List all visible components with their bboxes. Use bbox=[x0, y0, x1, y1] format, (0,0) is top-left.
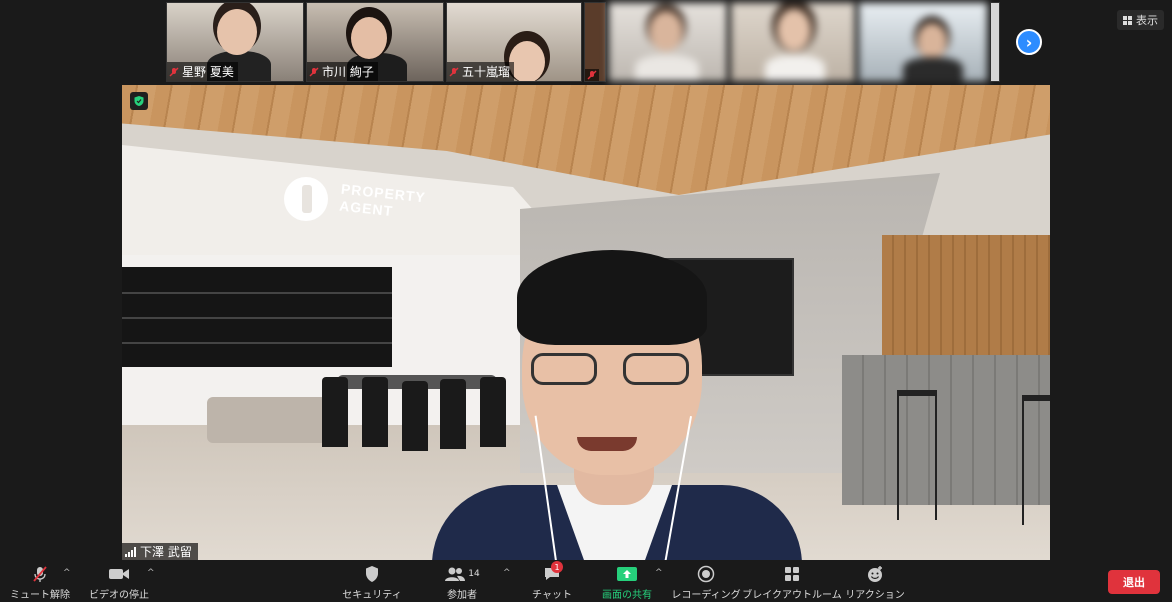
breakout-rooms-button[interactable]: ブレイクアウトルーム bbox=[742, 564, 842, 601]
mic-off-icon bbox=[169, 67, 179, 77]
participants-icon: 14 bbox=[444, 564, 480, 584]
participant-face bbox=[777, 9, 811, 51]
speaker-mouth bbox=[577, 437, 637, 451]
participant-name-tag bbox=[585, 69, 599, 81]
scene-stool bbox=[897, 390, 937, 520]
participant-thumbnail[interactable]: 星野 夏美 bbox=[166, 2, 304, 82]
participant-thumbnail-partial[interactable] bbox=[584, 2, 606, 82]
scene-stool bbox=[1022, 395, 1050, 525]
participant-name: 星野 夏美 bbox=[182, 65, 234, 79]
participant-name-tag: 星野 夏美 bbox=[167, 62, 238, 81]
participant-thumbnail-blurred[interactable] bbox=[730, 2, 856, 82]
participant-silhouette bbox=[635, 55, 699, 81]
share-options-caret-icon[interactable]: ^ bbox=[655, 568, 663, 578]
mic-off-icon bbox=[449, 67, 459, 77]
share-screen-label: 画面の共有 bbox=[602, 590, 652, 601]
scene-shelf bbox=[122, 267, 392, 367]
speaker-name-tag: 下澤 武留 bbox=[122, 543, 198, 560]
meeting-toolbar: ミュート解除 ^ ビデオの停止 ^ セキュリティ 14 参加者 ^ 1 チャット… bbox=[0, 561, 1172, 602]
participant-count: 14 bbox=[468, 569, 480, 579]
view-button[interactable]: 表示 bbox=[1117, 10, 1164, 30]
participants-options-caret-icon[interactable]: ^ bbox=[503, 568, 511, 578]
scene-chair bbox=[480, 377, 506, 447]
scene-chair bbox=[402, 381, 428, 451]
signal-strength-icon bbox=[125, 546, 136, 557]
unmute-button[interactable]: ミュート解除 bbox=[10, 564, 70, 601]
mic-off-icon bbox=[309, 67, 319, 77]
record-icon bbox=[697, 564, 715, 584]
reactions-button[interactable]: リアクション bbox=[845, 564, 905, 601]
participant-thumbnail-blurred[interactable] bbox=[858, 2, 988, 82]
scene-wood-wall bbox=[882, 235, 1050, 355]
property-agent-logo bbox=[284, 177, 328, 221]
scene-chair bbox=[362, 377, 388, 447]
participant-face bbox=[649, 11, 683, 51]
leave-meeting-button[interactable]: 退出 bbox=[1108, 570, 1160, 594]
share-screen-button[interactable]: 画面の共有 bbox=[598, 564, 656, 601]
participants-label: 参加者 bbox=[447, 590, 477, 601]
audio-options-caret-icon[interactable]: ^ bbox=[63, 568, 71, 578]
breakout-icon bbox=[783, 564, 801, 584]
security-label: セキュリティ bbox=[342, 590, 402, 601]
participant-thumbnail-strip: 星野 夏美 市川 絢子 五十嵐瑠 bbox=[166, 2, 1000, 82]
unmute-label: ミュート解除 bbox=[10, 590, 70, 601]
mic-off-icon bbox=[31, 564, 49, 584]
video-camera-icon bbox=[108, 564, 130, 584]
zoom-meeting-window: 星野 夏美 市川 絢子 五十嵐瑠 › 表示 PROPERTY AGENT 下澤 … bbox=[0, 0, 1172, 602]
participant-thumbnail-blurred[interactable] bbox=[608, 2, 728, 82]
participant-face bbox=[917, 23, 947, 59]
reaction-icon bbox=[866, 564, 884, 584]
scene-counter bbox=[842, 355, 1050, 505]
encryption-shield-icon[interactable] bbox=[130, 92, 148, 110]
record-button[interactable]: レコーディング bbox=[671, 564, 741, 601]
participant-name: 五十嵐瑠 bbox=[462, 65, 511, 79]
reactions-label: リアクション bbox=[845, 590, 905, 601]
chevron-right-icon: › bbox=[1025, 32, 1033, 52]
scene-sofa bbox=[207, 397, 327, 443]
breakout-rooms-label: ブレイクアウトルーム bbox=[742, 590, 842, 601]
view-button-label: 表示 bbox=[1136, 14, 1158, 27]
chat-unread-badge: 1 bbox=[551, 561, 563, 573]
scene-chair bbox=[322, 377, 348, 447]
participant-name-tag: 五十嵐瑠 bbox=[447, 62, 515, 81]
shield-icon bbox=[364, 564, 380, 584]
record-label: レコーディング bbox=[671, 590, 741, 601]
participant-silhouette bbox=[765, 55, 825, 81]
security-button[interactable]: セキュリティ bbox=[342, 564, 402, 601]
chat-label: チャット bbox=[532, 590, 572, 601]
stop-video-button[interactable]: ビデオの停止 bbox=[88, 564, 150, 601]
participant-thumbnail[interactable]: 市川 絢子 bbox=[306, 2, 444, 82]
participant-face bbox=[509, 41, 545, 81]
mic-off-icon bbox=[587, 70, 597, 80]
active-speaker-video[interactable]: PROPERTY AGENT bbox=[122, 85, 1050, 560]
speaker-hair bbox=[517, 250, 707, 345]
participant-face bbox=[217, 9, 257, 55]
participant-thumbnail-partial[interactable] bbox=[990, 2, 1000, 82]
next-page-button[interactable]: › bbox=[1016, 29, 1042, 55]
grid-icon bbox=[1123, 15, 1132, 25]
chat-button[interactable]: 1 チャット bbox=[530, 561, 574, 601]
participant-thumbnail[interactable]: 五十嵐瑠 bbox=[446, 2, 582, 82]
share-screen-icon bbox=[616, 564, 638, 584]
participant-name: 市川 絢子 bbox=[322, 65, 374, 79]
video-options-caret-icon[interactable]: ^ bbox=[147, 568, 155, 578]
participant-name-tag: 市川 絢子 bbox=[307, 62, 378, 81]
participants-button[interactable]: 14 参加者 bbox=[440, 564, 484, 601]
speaker-name: 下澤 武留 bbox=[140, 545, 192, 559]
stop-video-label: ビデオの停止 bbox=[89, 590, 149, 601]
participant-silhouette bbox=[903, 57, 963, 81]
chat-icon: 1 bbox=[543, 561, 563, 584]
speaker-glasses bbox=[527, 353, 697, 387]
scene-chair bbox=[440, 379, 466, 449]
participant-face bbox=[351, 17, 387, 59]
